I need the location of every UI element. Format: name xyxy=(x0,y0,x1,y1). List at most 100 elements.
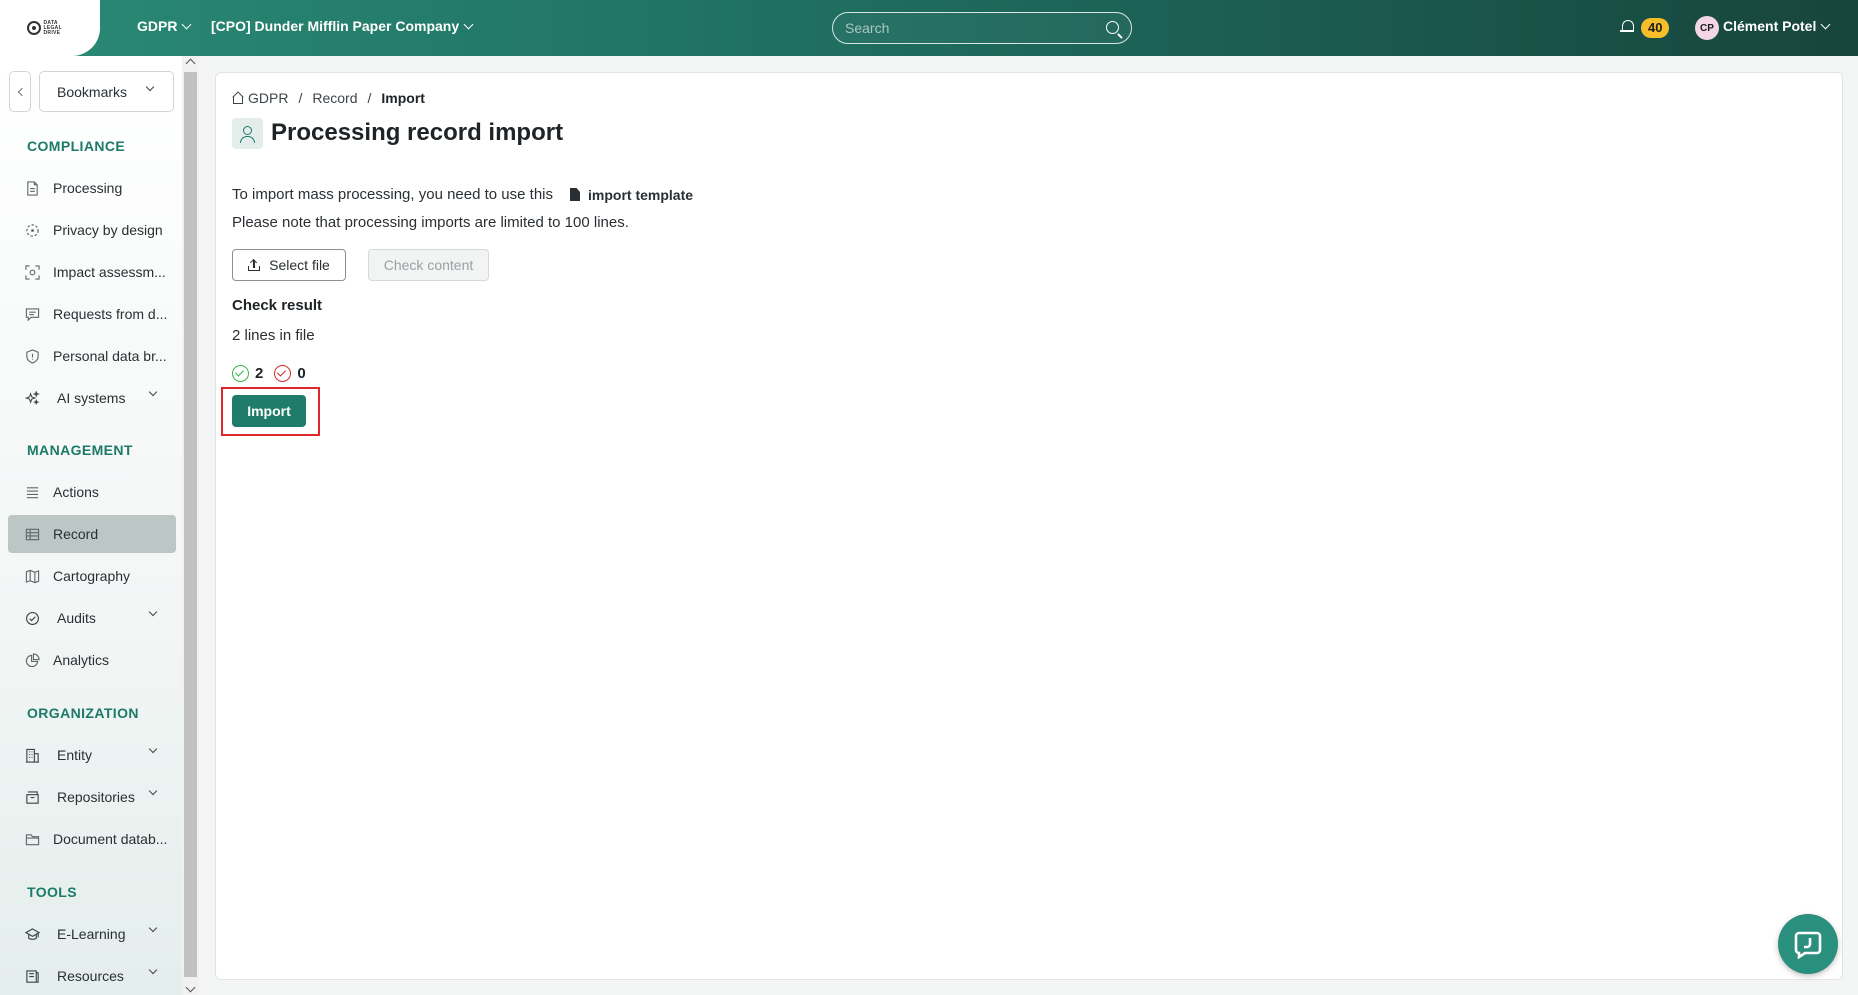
chevron-down-icon xyxy=(148,923,158,933)
app-switcher[interactable]: GDPR xyxy=(137,18,192,34)
notification-badge[interactable]: 40 xyxy=(1641,18,1670,38)
sidebar-item-label: Analytics xyxy=(53,652,110,668)
sidebar-item-resources[interactable]: Resources xyxy=(8,957,176,995)
sidebar-item-label: Document datab... xyxy=(53,831,168,847)
sidebar-item-cartography[interactable]: Cartography xyxy=(8,557,176,595)
select-file-label: Select file xyxy=(269,257,330,273)
sidebar-item-label: Cartography xyxy=(53,568,131,584)
list-icon xyxy=(26,487,39,499)
sidebar-item-label: E-Learning xyxy=(57,926,126,942)
sidebar-item-label: Audits xyxy=(57,610,96,626)
scroll-down-icon[interactable] xyxy=(185,982,196,993)
sidebar-item-personal-data-breach[interactable]: Personal data br... xyxy=(8,337,176,375)
sidebar-item-privacy-by-design[interactable]: Privacy by design xyxy=(8,211,176,249)
app-switcher-label: GDPR xyxy=(137,18,178,34)
limit-note: Please note that processing imports are … xyxy=(232,214,629,231)
section-tools: TOOLS xyxy=(27,884,77,900)
page-title: Processing record import xyxy=(271,119,564,146)
sidebar-item-requests[interactable]: Requests from d... xyxy=(8,295,176,333)
shield-icon xyxy=(26,349,39,364)
chevron-left-icon xyxy=(17,87,27,97)
intro-label: To import mass processing, you need to u… xyxy=(232,186,553,203)
sidebar-item-repositories[interactable]: Repositories xyxy=(8,778,176,816)
avatar[interactable]: CP xyxy=(1695,16,1719,40)
logo-text: DATA LEGAL DRIVE xyxy=(43,19,62,36)
sidebar-item-label: Requests from d... xyxy=(53,306,168,322)
chevron-down-icon xyxy=(148,607,158,617)
logo-icon xyxy=(26,21,41,35)
section-management: MANAGEMENT xyxy=(27,442,133,458)
user-name: Clément Potel xyxy=(1723,18,1817,34)
chevron-down-icon xyxy=(148,786,158,796)
sidebar-item-record[interactable]: Record xyxy=(8,515,176,553)
focus-icon xyxy=(25,265,40,280)
sidebar-item-actions[interactable]: Actions xyxy=(8,473,176,511)
check-result-title: Check result xyxy=(232,297,323,314)
sidebar-item-label: Repositories xyxy=(57,789,135,805)
check-success-icon xyxy=(232,365,249,382)
search-input[interactable] xyxy=(833,13,1131,43)
home-icon xyxy=(232,93,244,104)
dashed-circle-icon xyxy=(26,224,39,237)
breadcrumb-gdpr[interactable]: GDPR xyxy=(248,90,288,106)
sidebar-item-entity[interactable]: Entity xyxy=(8,736,176,774)
graduation-cap-icon xyxy=(25,928,40,940)
pie-chart-icon xyxy=(25,653,40,668)
archive-icon xyxy=(26,791,39,804)
company-switcher-label: [CPO] Dunder Mifflin Paper Company xyxy=(211,18,460,34)
logo[interactable]: DATA LEGAL DRIVE xyxy=(0,0,100,56)
check-content-button[interactable]: Check content xyxy=(368,249,489,281)
collapse-sidebar-button[interactable] xyxy=(9,71,31,112)
book-icon xyxy=(26,970,39,983)
breadcrumb-import: Import xyxy=(381,90,425,106)
bookmarks-dropdown[interactable]: Bookmarks xyxy=(39,71,174,112)
check-error-icon xyxy=(274,365,292,382)
lines-count: 2 lines in file xyxy=(232,327,315,344)
sidebar-item-audits[interactable]: Audits xyxy=(8,599,176,637)
sidebar-item-ai-systems[interactable]: AI systems xyxy=(8,379,176,417)
map-icon xyxy=(25,569,40,584)
document-icon xyxy=(27,181,38,196)
error-count: 0 xyxy=(297,365,306,382)
sidebar: Bookmarks COMPLIANCE Processing Privacy … xyxy=(0,56,182,995)
sidebar-item-processing[interactable]: Processing xyxy=(8,169,176,207)
scroll-up-icon[interactable] xyxy=(185,58,196,69)
select-file-button[interactable]: Select file xyxy=(232,249,346,281)
bookmarks-label: Bookmarks xyxy=(57,83,128,100)
search-icon[interactable] xyxy=(1106,21,1119,34)
sidebar-item-label: Impact assessm... xyxy=(53,264,166,280)
sidebar-scrollbar[interactable] xyxy=(182,56,199,995)
sidebar-item-label: Resources xyxy=(57,968,124,984)
result-counts: 2 0 xyxy=(232,365,306,382)
chevron-down-icon xyxy=(148,387,158,397)
sidebar-item-document-database[interactable]: Document datab... xyxy=(8,820,176,858)
table-icon xyxy=(25,528,40,541)
upload-icon xyxy=(248,258,261,271)
sidebar-item-label: Personal data br... xyxy=(53,348,167,364)
chat-icon xyxy=(25,308,40,322)
chevron-down-icon xyxy=(1820,19,1831,29)
intro-text: To import mass processing, you need to u… xyxy=(232,186,693,203)
search-box xyxy=(832,12,1132,44)
sidebar-item-label: Privacy by design xyxy=(53,222,163,238)
top-bar: DATA LEGAL DRIVE GDPR [CPO] Dunder Miffl… xyxy=(0,0,1858,56)
breadcrumb: GDPR / Record / Import xyxy=(232,90,425,106)
breadcrumb-record[interactable]: Record xyxy=(312,90,357,106)
import-template-link[interactable]: import template xyxy=(588,187,693,203)
scrollbar-thumb[interactable] xyxy=(184,72,197,977)
import-button[interactable]: Import xyxy=(232,395,306,427)
bell-icon[interactable] xyxy=(1620,19,1634,35)
sidebar-item-analytics[interactable]: Analytics xyxy=(8,641,176,679)
building-icon xyxy=(25,748,40,763)
breadcrumb-separator: / xyxy=(367,90,372,106)
chevron-down-icon xyxy=(148,744,158,754)
company-switcher[interactable]: [CPO] Dunder Mifflin Paper Company xyxy=(211,18,474,34)
user-menu[interactable]: Clément Potel xyxy=(1723,18,1831,34)
main-content: GDPR / Record / Import Processing record… xyxy=(215,72,1843,980)
sidebar-item-label: Record xyxy=(53,526,99,542)
file-icon xyxy=(570,188,580,201)
sidebar-item-elearning[interactable]: E-Learning xyxy=(8,915,176,953)
help-chat-button[interactable] xyxy=(1778,914,1838,974)
chevron-down-icon xyxy=(463,19,474,29)
sidebar-item-impact-assessment[interactable]: Impact assessm... xyxy=(8,253,176,291)
